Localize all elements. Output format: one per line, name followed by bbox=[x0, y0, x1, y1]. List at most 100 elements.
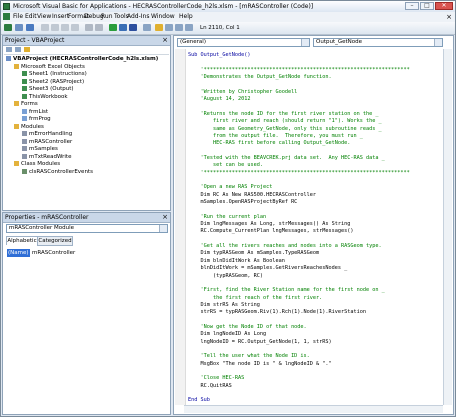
break-icon[interactable] bbox=[119, 24, 127, 31]
object-selector[interactable]: mRASController Module bbox=[6, 224, 168, 233]
tree-node[interactable]: Sheet2 (RASProject) bbox=[22, 78, 84, 86]
undo-icon[interactable] bbox=[85, 24, 93, 31]
menu-run[interactable]: Run bbox=[101, 13, 113, 20]
code-line: 'First, find the River Station name for … bbox=[188, 287, 385, 294]
close-button[interactable]: ✕ bbox=[435, 2, 453, 10]
tree-node[interactable]: ThisWorkbook bbox=[22, 93, 68, 101]
property-value[interactable]: mRASController bbox=[32, 249, 75, 257]
chevron-down-icon[interactable] bbox=[434, 39, 442, 46]
object-combo[interactable]: (General) bbox=[177, 38, 310, 47]
cut-icon[interactable] bbox=[41, 24, 49, 31]
tree-node-label: frmProg bbox=[29, 116, 51, 122]
code-line: 'August 14, 2012 bbox=[188, 96, 251, 103]
tree-node[interactable]: Microsoft Excel Objects bbox=[14, 63, 85, 71]
menu-edit[interactable]: Edit bbox=[25, 13, 37, 20]
code-line: 'Get all the rivers reaches and nodes in… bbox=[188, 243, 382, 250]
properties-panel-header: Properties - mRASController × bbox=[3, 213, 170, 223]
toggle-folders-icon[interactable] bbox=[24, 47, 30, 52]
tree-node[interactable]: frmList bbox=[22, 108, 48, 116]
tree-node[interactable]: Modules bbox=[14, 123, 44, 131]
vba-menu-icon[interactable] bbox=[3, 13, 10, 20]
menu-insert[interactable]: Insert bbox=[52, 13, 69, 20]
view-object-icon[interactable] bbox=[15, 47, 21, 52]
tree-node-label: Forms bbox=[21, 101, 38, 107]
tree-node[interactable]: mSamples bbox=[22, 146, 58, 153]
tree-node-label: Class Modules bbox=[21, 161, 61, 167]
tree-node[interactable]: mTxtReadWrite bbox=[22, 153, 71, 161]
properties-window-icon[interactable] bbox=[165, 24, 173, 31]
tree-node-label: Sheet3 (Output) bbox=[29, 86, 74, 92]
tree-node[interactable]: Class Modules bbox=[14, 161, 60, 168]
tree-node[interactable]: frmProg bbox=[22, 116, 51, 123]
object-browser-icon[interactable] bbox=[175, 24, 183, 31]
tree-node[interactable]: VBAProject (HECRASControllerCode_h2ls.xl… bbox=[6, 56, 158, 63]
folder-icon bbox=[14, 123, 19, 129]
project-panel-title: Project - VBAProject bbox=[5, 37, 65, 44]
object-selector-value: mRASController Module bbox=[9, 225, 75, 231]
properties-panel: Properties - mRASController × mRASContro… bbox=[2, 212, 171, 415]
tree-node[interactable]: mRASController bbox=[22, 138, 73, 146]
code-line: 'Now get the Node ID of that node. bbox=[188, 323, 307, 330]
horizontal-scrollbar[interactable] bbox=[184, 405, 443, 413]
redo-icon[interactable] bbox=[95, 24, 103, 31]
code-line: Dim typRASGeom As mSamples.TypeRASGeom bbox=[188, 250, 320, 257]
tree-node[interactable]: Sheet1 (Instructions) bbox=[22, 71, 87, 78]
folder-icon bbox=[14, 63, 19, 69]
project-explorer-icon[interactable] bbox=[155, 24, 163, 31]
menu-add-ins[interactable]: Add-Ins bbox=[127, 13, 149, 20]
code-line: 'Close HEC-RAS bbox=[188, 375, 245, 382]
chevron-down-icon[interactable] bbox=[159, 225, 167, 232]
view-code-icon[interactable] bbox=[6, 47, 12, 52]
tree-node-label: mErrorHandling bbox=[29, 131, 73, 137]
properties-grid: (Name) mRASController bbox=[4, 249, 169, 257]
vertical-scrollbar[interactable] bbox=[443, 49, 452, 405]
menu-view[interactable]: View bbox=[37, 13, 51, 20]
design-mode-icon[interactable] bbox=[143, 24, 151, 31]
close-icon[interactable]: × bbox=[162, 36, 168, 44]
toolbox-icon[interactable] bbox=[185, 24, 193, 31]
insert-module-icon[interactable] bbox=[15, 24, 23, 31]
module-icon bbox=[22, 146, 27, 151]
run-icon[interactable] bbox=[109, 24, 117, 31]
excel-icon[interactable] bbox=[4, 24, 12, 31]
tree-node[interactable]: clsRASControllerEvents bbox=[22, 168, 93, 176]
tab-alphabetic[interactable]: Alphabetic bbox=[6, 236, 38, 245]
chevron-down-icon[interactable] bbox=[301, 39, 309, 46]
code-line: Dim RC As New RAS500.HECRASController bbox=[188, 191, 317, 198]
close-icon[interactable]: × bbox=[162, 213, 168, 221]
worksheet-icon bbox=[22, 71, 27, 76]
tree-node-label: ThisWorkbook bbox=[29, 93, 68, 100]
code-line: Sub Output_GetNode() bbox=[188, 52, 251, 58]
code-line: 'Tell the user what the Node ID is. bbox=[188, 353, 310, 360]
property-name[interactable]: (Name) bbox=[7, 249, 30, 257]
tree-node-label: Microsoft Excel Objects bbox=[21, 63, 85, 70]
close-icon[interactable]: × bbox=[446, 13, 452, 21]
copy-icon[interactable] bbox=[51, 24, 59, 31]
code-line: '***************************************… bbox=[188, 169, 410, 176]
tree-node[interactable]: mErrorHandling bbox=[22, 131, 72, 138]
code-line: '***************************************… bbox=[188, 66, 410, 73]
tree-node-label: clsRASControllerEvents bbox=[29, 168, 93, 175]
minimize-button[interactable]: – bbox=[405, 2, 419, 10]
menu-window[interactable]: Window bbox=[151, 13, 175, 20]
tree-node[interactable]: Sheet3 (Output) bbox=[22, 86, 74, 93]
procedure-combo[interactable]: Output_GetNode bbox=[313, 38, 443, 47]
code-line: 'Tested with the BEAVCREK.prj data set. … bbox=[188, 154, 385, 161]
vba-app-icon bbox=[3, 3, 10, 10]
save-icon[interactable] bbox=[26, 24, 34, 31]
find-icon[interactable] bbox=[71, 24, 79, 31]
module-icon bbox=[22, 138, 27, 144]
reset-icon[interactable] bbox=[129, 24, 137, 31]
paste-icon[interactable] bbox=[61, 24, 69, 31]
menu-help[interactable]: Help bbox=[179, 13, 193, 20]
tab-categorized[interactable]: Categorized bbox=[37, 236, 73, 246]
maximize-button[interactable]: □ bbox=[420, 2, 434, 10]
code-margin[interactable] bbox=[175, 49, 186, 405]
code-line: HEC-RAS first before calling Output_GetN… bbox=[188, 140, 351, 147]
object-combo-value: (General) bbox=[180, 39, 206, 45]
menu-file[interactable]: File bbox=[13, 13, 23, 20]
worksheet-icon bbox=[22, 78, 27, 84]
folder-icon bbox=[14, 101, 19, 106]
tree-node[interactable]: Forms bbox=[14, 101, 38, 108]
tree-node-label: mRASController bbox=[29, 138, 73, 145]
